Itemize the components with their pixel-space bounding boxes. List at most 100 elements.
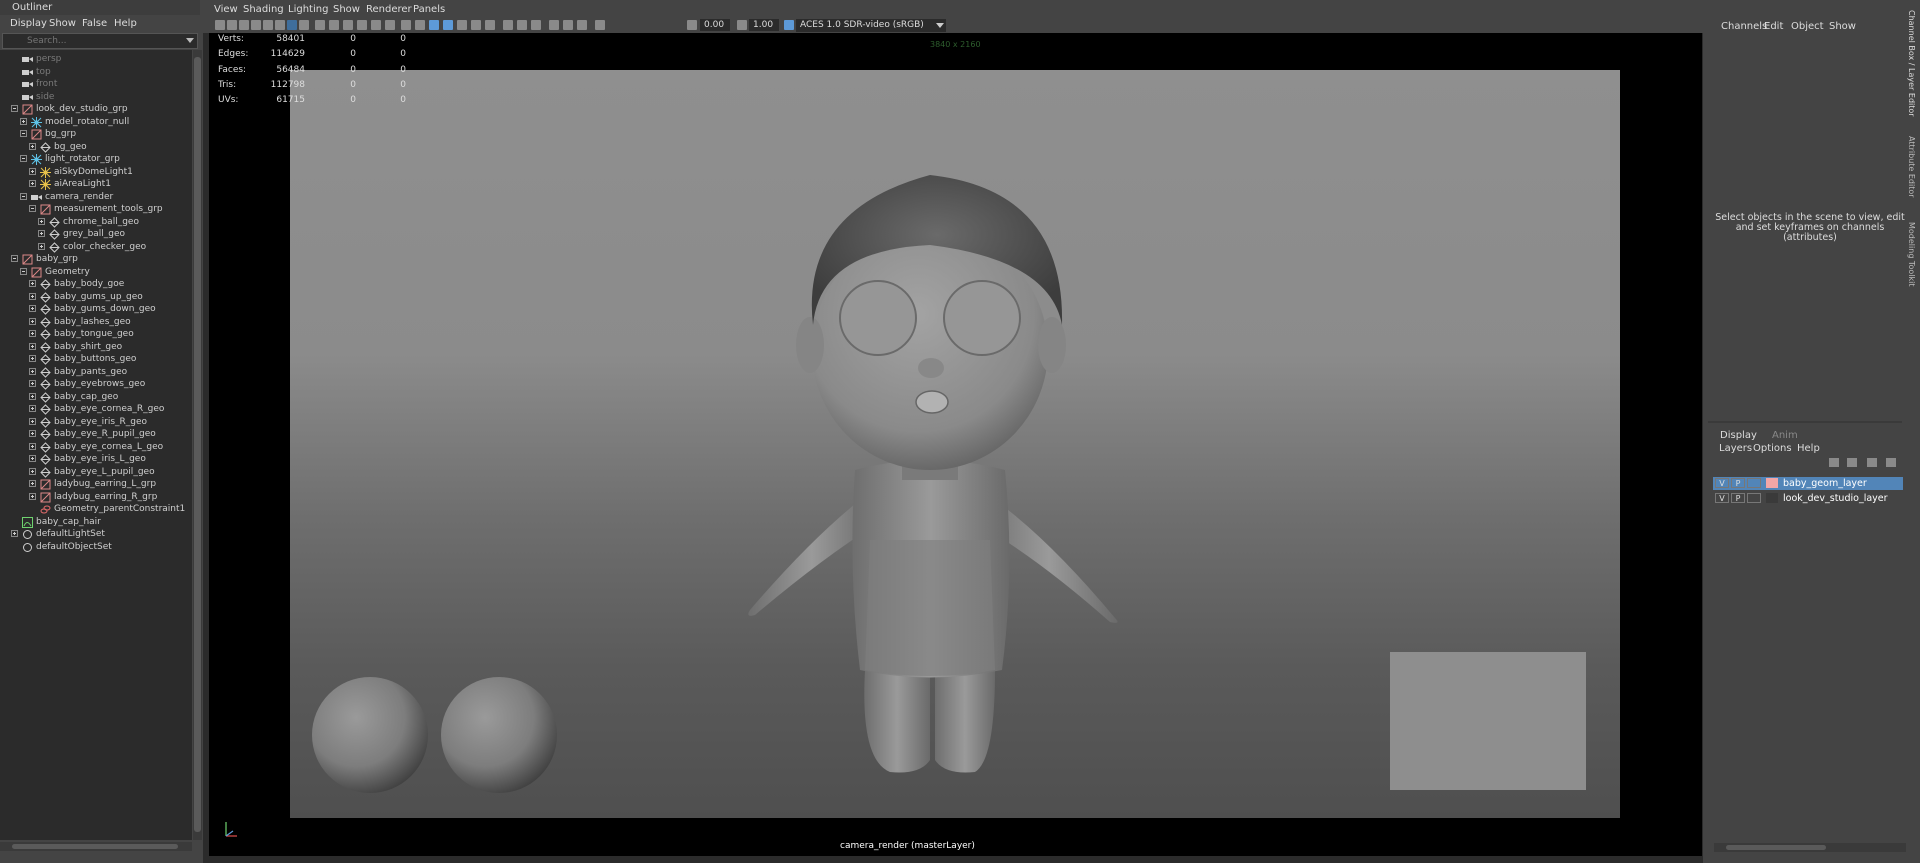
select-camera-icon[interactable] (215, 20, 225, 30)
collapse-icon[interactable] (20, 155, 27, 162)
expand-icon[interactable] (29, 367, 36, 375)
xray-icon[interactable] (563, 20, 573, 30)
chrome-ball[interactable] (312, 677, 428, 793)
channel-menu-object[interactable]: Object (1791, 21, 1824, 32)
expand-icon[interactable] (29, 380, 36, 387)
layer-visibility-toggle[interactable]: V (1715, 493, 1729, 503)
tab-channel-box-layer-editor[interactable]: Channel Box / Layer Editor (1907, 10, 1916, 117)
baby-character[interactable] (748, 175, 1118, 773)
collapse-icon[interactable] (11, 105, 18, 112)
expand-icon[interactable] (29, 180, 36, 187)
expand-icon[interactable] (38, 242, 45, 250)
gate-mask-icon[interactable] (329, 20, 339, 30)
viewport-menu-lighting[interactable]: Lighting (288, 4, 328, 15)
viewport-menu-panels[interactable]: Panels (413, 4, 445, 15)
expand-icon[interactable] (29, 405, 36, 412)
layer-menu-help[interactable]: Help (1797, 443, 1820, 454)
ambient-occlusion-icon[interactable] (485, 20, 495, 30)
viewport-menu-renderer[interactable]: Renderer (366, 4, 412, 15)
layer-tab-display[interactable]: Display (1720, 430, 1757, 441)
expand-icon[interactable] (38, 230, 45, 237)
layer-menu-layers[interactable]: Layers (1719, 443, 1752, 454)
chevron-down-icon[interactable] (936, 23, 944, 28)
outliner-horizontal-scroll-thumb[interactable] (12, 844, 178, 849)
outliner-item[interactable]: defaultObjectSet (0, 540, 192, 555)
color-space-dropdown[interactable]: ACES 1.0 SDR-video (sRGB) (796, 19, 946, 32)
expand-icon[interactable] (29, 467, 36, 475)
gamma-icon[interactable] (737, 20, 747, 30)
outliner-menu-show[interactable]: Show (49, 18, 76, 29)
outliner-tree[interactable]: persp top front side look_dev_studio_grp mode… (0, 50, 192, 840)
outliner-search-input[interactable] (27, 35, 177, 47)
field-chart-icon[interactable] (343, 20, 353, 30)
bookmark-icon[interactable] (239, 20, 249, 30)
outliner-menu-help[interactable]: Help (114, 18, 137, 29)
grey-ball[interactable] (441, 677, 557, 793)
chevron-down-icon[interactable] (186, 38, 194, 43)
expand-icon[interactable] (29, 167, 36, 175)
xray-joints-icon[interactable] (577, 20, 587, 30)
2d-pan-icon[interactable] (263, 20, 273, 30)
expand-icon[interactable] (11, 530, 18, 537)
resolution-gate-icon[interactable] (315, 20, 325, 30)
expand-icon[interactable] (38, 217, 45, 225)
isolate-select-icon[interactable] (549, 20, 559, 30)
depth-of-field-icon[interactable] (531, 20, 541, 30)
outliner-vertical-scroll-thumb[interactable] (194, 57, 201, 832)
layer-display-type-toggle[interactable] (1747, 493, 1761, 503)
layer-visibility-toggle[interactable]: V (1715, 478, 1729, 488)
new-layer-from-selection-icon[interactable] (1886, 458, 1896, 467)
view-transform-icon[interactable] (784, 20, 794, 30)
expand-icon[interactable] (29, 292, 36, 300)
xray-active-icon[interactable] (595, 20, 605, 30)
new-empty-layer-icon[interactable] (1867, 458, 1877, 467)
expand-icon[interactable] (29, 417, 36, 425)
expand-icon[interactable] (29, 492, 36, 500)
expand-icon[interactable] (29, 355, 36, 362)
layer-row[interactable]: V Pbaby_geom_layer (1713, 477, 1903, 490)
layer-horizontal-scroll-thumb[interactable] (1726, 845, 1826, 850)
expand-icon[interactable] (29, 480, 36, 487)
channel-menu-show[interactable]: Show (1829, 21, 1856, 32)
layer-color-swatch[interactable] (1766, 478, 1778, 488)
expand-icon[interactable] (29, 280, 36, 287)
layer-display-type-toggle[interactable] (1747, 478, 1761, 488)
motion-blur-icon[interactable] (503, 20, 513, 30)
expand-icon[interactable] (20, 117, 27, 125)
layer-playback-toggle[interactable]: P (1731, 493, 1745, 503)
layer-row[interactable]: V Plook_dev_studio_layer (1713, 492, 1903, 505)
collapse-icon[interactable] (11, 255, 18, 262)
wireframe-on-shaded-icon[interactable] (429, 20, 439, 30)
tab-modeling-toolkit[interactable]: Modeling Toolkit (1907, 222, 1916, 286)
expand-icon[interactable] (29, 142, 36, 150)
expand-icon[interactable] (29, 305, 36, 312)
expand-icon[interactable] (29, 330, 36, 337)
smooth-shade-icon[interactable] (401, 20, 411, 30)
grease-pencil-icon[interactable] (275, 20, 285, 30)
collapse-icon[interactable] (20, 192, 27, 200)
expand-icon[interactable] (29, 392, 36, 400)
tab-attribute-editor[interactable]: Attribute Editor (1907, 136, 1916, 198)
grid-icon[interactable] (287, 20, 297, 30)
move-layer-down-icon[interactable] (1847, 458, 1857, 467)
use-default-material-icon[interactable] (415, 20, 425, 30)
move-layer-up-icon[interactable] (1829, 458, 1839, 467)
wireframe-icon[interactable] (385, 20, 395, 30)
exposure-field[interactable]: 0.00 (700, 19, 730, 31)
viewport-menu-shading[interactable]: Shading (243, 4, 284, 15)
expand-icon[interactable] (29, 455, 36, 462)
viewport-menu-show[interactable]: Show (333, 4, 360, 15)
outliner-menu-display[interactable]: Display (10, 18, 47, 29)
expand-icon[interactable] (29, 342, 36, 350)
layer-tab-anim[interactable]: Anim (1772, 430, 1798, 441)
collapse-icon[interactable] (20, 130, 27, 137)
channel-menu-channels[interactable]: Channels (1721, 21, 1767, 32)
outliner-menu-false[interactable]: False (82, 18, 107, 29)
shadows-icon[interactable] (471, 20, 481, 30)
collapse-icon[interactable] (20, 267, 27, 275)
safe-action-icon[interactable] (357, 20, 367, 30)
panel-divider[interactable] (1708, 421, 1902, 423)
layer-color-swatch[interactable] (1766, 493, 1778, 503)
use-all-lights-icon[interactable] (457, 20, 467, 30)
camera-attributes-icon[interactable] (227, 20, 237, 30)
